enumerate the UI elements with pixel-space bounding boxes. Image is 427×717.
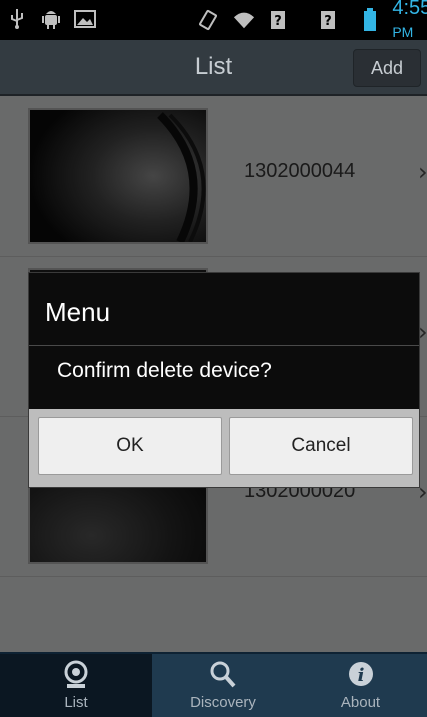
add-device-button[interactable]: Add	[353, 49, 421, 87]
tab-about[interactable]: i About	[294, 654, 427, 717]
bottom-tab-bar: List Discovery i About	[0, 652, 427, 717]
image-icon	[74, 8, 96, 30]
svg-text:i: i	[357, 665, 364, 686]
tab-label: List	[64, 694, 88, 711]
tab-discovery[interactable]: Discovery	[152, 654, 294, 717]
svg-text:?: ?	[324, 14, 332, 29]
tab-label: Discovery	[190, 694, 256, 711]
unknown-sim-icon: ?	[269, 9, 287, 31]
battery-icon	[361, 8, 378, 31]
info-icon: i	[294, 660, 427, 690]
unknown-sim-icon: ?	[319, 9, 337, 31]
dialog-divider	[29, 345, 419, 346]
tab-label: About	[340, 694, 381, 711]
status-time: 4:55 PM	[392, 0, 427, 40]
search-icon	[152, 660, 294, 690]
dialog-message: Confirm delete device?	[57, 359, 272, 382]
usb-icon	[6, 8, 28, 30]
ok-button[interactable]: OK	[38, 417, 222, 475]
action-bar: List Add	[0, 40, 427, 96]
tab-list[interactable]: List	[0, 654, 152, 717]
dialog-button-bar: OK Cancel	[29, 409, 419, 487]
webcam-icon	[0, 660, 152, 690]
svg-text:?: ?	[274, 14, 282, 29]
wifi-icon	[233, 9, 255, 31]
android-debug-icon	[40, 8, 62, 30]
status-bar: ? ? 4:55 PM	[0, 0, 427, 40]
confirm-delete-dialog: Menu Confirm delete device? OK Cancel	[28, 272, 420, 488]
vibrate-icon	[197, 9, 219, 31]
dialog-title: Menu	[45, 297, 111, 327]
cancel-button[interactable]: Cancel	[229, 417, 413, 475]
